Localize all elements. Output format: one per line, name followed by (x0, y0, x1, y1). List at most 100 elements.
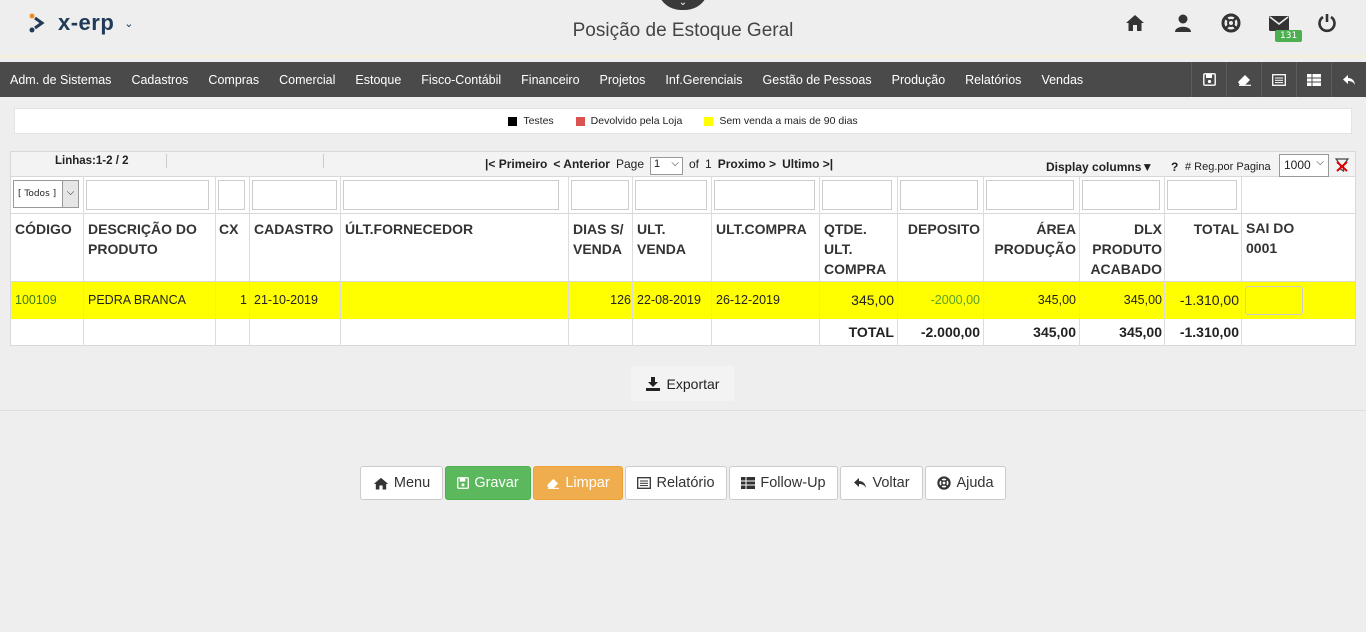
page-select[interactable]: 1 (650, 157, 683, 175)
display-columns-button[interactable]: Display columns▼ (1046, 160, 1153, 174)
cell-dlx: 345,00 (1123, 293, 1162, 307)
table-header: CÓDIGO DESCRIÇÃO DO PRODUTO CX CADASTRO … (11, 214, 1355, 282)
menu-item-comercial[interactable]: Comercial (269, 73, 345, 87)
table-icon[interactable] (1296, 62, 1331, 97)
stock-grid: Linhas:1-2 / 2 |< Primeiro < Anterior Pa… (10, 151, 1356, 346)
column-header-descricao[interactable]: DESCRIÇÃO DO PRODUTO (88, 219, 210, 259)
menu-button[interactable]: Menu (360, 466, 443, 500)
cx-filter-input[interactable] (218, 180, 245, 210)
column-header-dlx[interactable]: DLX PRODUTO ACABADO (1082, 219, 1162, 279)
total-dlx: 345,00 (1119, 324, 1162, 340)
chevron-down-icon: ⌵ (62, 181, 78, 207)
records-per-page-label: # Reg.por Pagina (1185, 161, 1271, 173)
cell-deposito[interactable]: -2000,00 (900, 293, 980, 307)
mail-count-badge: 131 (1275, 30, 1303, 42)
codigo-desc-filter-input[interactable] (86, 180, 209, 210)
menu-item-fisco-contabil[interactable]: Fisco-Contábil (411, 73, 511, 87)
voltar-button-label: Voltar (872, 475, 910, 491)
power-icon[interactable] (1316, 12, 1338, 34)
relatorio-button[interactable]: Relatório (625, 466, 727, 500)
column-header-dias[interactable]: DIAS S/ VENDA (573, 219, 633, 259)
total-deposito: -2.000,00 (920, 324, 980, 340)
cell-cx: 1 (240, 293, 247, 307)
menu-item-financeiro[interactable]: Financeiro (511, 73, 589, 87)
legend-label: Devolvido pela Loja (590, 115, 683, 127)
menu-item-adm-sistemas[interactable]: Adm. de Sistemas (0, 73, 121, 87)
menu-item-estoque[interactable]: Estoque (345, 73, 411, 87)
limpar-button[interactable]: Limpar (533, 466, 623, 500)
prev-page-link[interactable]: < Anterior (553, 157, 610, 171)
download-icon (645, 376, 660, 391)
gravar-button[interactable]: Gravar (445, 466, 531, 500)
lifebuoy-icon[interactable] (1220, 12, 1242, 34)
home-icon (373, 477, 389, 489)
voltar-button[interactable]: Voltar (840, 466, 923, 500)
mail-icon[interactable]: 131 (1268, 12, 1303, 42)
back-icon[interactable] (1331, 62, 1366, 97)
filter-row: [ Todos ] ⌵ (11, 177, 1355, 214)
ult-venda-filter-input[interactable] (635, 180, 707, 210)
menu-item-projetos[interactable]: Projetos (590, 73, 656, 87)
column-header-qtde[interactable]: QTDE. ULT. COMPRA (824, 219, 894, 279)
area-filter-input[interactable] (986, 180, 1074, 210)
column-header-ult-compra[interactable]: ULT.COMPRA (716, 219, 816, 239)
cadastro-filter-input[interactable] (252, 180, 337, 210)
menu-item-relatorios[interactable]: Relatórios (955, 73, 1031, 87)
help-link[interactable]: ? (1171, 160, 1178, 174)
total-filter-input[interactable] (1167, 180, 1237, 210)
export-button[interactable]: Exportar (631, 366, 734, 401)
menu-item-producao[interactable]: Produção (882, 73, 956, 87)
column-header-ult-venda[interactable]: ULT. VENDA (637, 219, 707, 259)
legend-label: Sem venda a mais de 90 dias (719, 115, 858, 127)
last-page-link[interactable]: Ultimo >| (782, 157, 833, 171)
ult-compra-filter-input[interactable] (714, 180, 815, 210)
legend-swatch (704, 116, 714, 126)
menu-item-compras[interactable]: Compras (198, 73, 269, 87)
column-header-deposito[interactable]: DEPOSITO (900, 219, 980, 239)
column-header-codigo[interactable]: CÓDIGO (15, 219, 79, 239)
gravar-button-label: Gravar (474, 475, 519, 491)
column-header-fornecedor[interactable]: ÚLT.FORNECEDOR (345, 219, 545, 239)
relatorio-button-label: Relatório (656, 475, 715, 491)
status-filter-value: [ Todos ] (18, 189, 57, 199)
totals-row: TOTAL -2.000,00 345,00 345,00 -1.310,00 (11, 319, 1355, 345)
lifebuoy-icon (937, 476, 952, 490)
report-icon[interactable] (1261, 62, 1296, 97)
records-per-page-select[interactable]: 1000 (1279, 154, 1329, 177)
eraser-icon[interactable] (1226, 62, 1261, 97)
next-page-link[interactable]: Proximo > (718, 157, 776, 171)
menu-item-gestao-pessoas[interactable]: Gestão de Pessoas (753, 73, 882, 87)
status-filter-select[interactable]: [ Todos ] ⌵ (13, 180, 79, 208)
legend-label: Testes (523, 115, 554, 127)
collapse-header-tab[interactable]: ⌄ (657, 0, 709, 10)
home-icon[interactable] (1124, 12, 1146, 34)
save-icon (457, 477, 470, 489)
column-header-area[interactable]: ÁREA PRODUÇÃO (986, 219, 1076, 259)
ajuda-button[interactable]: Ajuda (925, 466, 1006, 500)
menu-item-vendas[interactable]: Vendas (1031, 73, 1093, 87)
fornecedor-filter-input[interactable] (343, 180, 559, 210)
column-header-cx[interactable]: CX (219, 219, 249, 239)
deposito-filter-input[interactable] (900, 180, 978, 210)
table-row[interactable]: 100109 PEDRA BRANCA 1 21-10-2019 126 22-… (11, 282, 1355, 319)
first-page-link[interactable]: |< Primeiro (485, 157, 547, 171)
line-count: Linhas:1-2 / 2 (55, 155, 129, 167)
legend-item-devolvido: Devolvido pela Loja (575, 115, 683, 127)
report-icon (637, 477, 652, 489)
menu-item-cadastros[interactable]: Cadastros (121, 73, 198, 87)
qtde-filter-input[interactable] (822, 180, 892, 210)
menu-item-inf-gerenciais[interactable]: Inf.Gerenciais (655, 73, 752, 87)
follow-up-button[interactable]: Follow-Up (729, 466, 838, 500)
column-header-sai[interactable]: SAI DO 0001 (1246, 218, 1321, 258)
save-icon[interactable] (1191, 62, 1226, 97)
cell-codigo[interactable]: 100109 (15, 293, 57, 307)
column-header-cadastro[interactable]: CADASTRO (254, 219, 339, 239)
dias-filter-input[interactable] (571, 180, 629, 210)
clear-filter-icon[interactable] (1334, 158, 1350, 175)
dlx-filter-input[interactable] (1082, 180, 1160, 210)
sai-quantity-input[interactable] (1245, 286, 1303, 315)
back-icon (854, 478, 867, 488)
column-header-total[interactable]: TOTAL (1167, 219, 1239, 239)
user-icon[interactable] (1172, 12, 1194, 34)
legend-item-sem-venda: Sem venda a mais de 90 dias (704, 115, 858, 127)
